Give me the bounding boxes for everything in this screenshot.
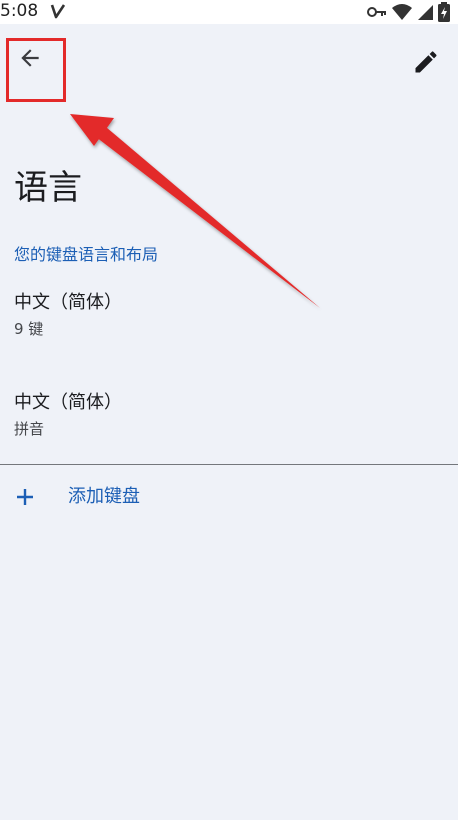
language-item-title: 中文（简体） [14,392,122,413]
key-icon [366,3,388,25]
section-header: 您的键盘语言和布局 [14,245,159,264]
battery-charging-icon [438,2,450,26]
arrow-left-icon [17,45,43,75]
v-check-icon [50,2,66,24]
language-item-subtitle: 9 键 [14,320,44,338]
status-icons [366,2,450,26]
language-item-subtitle: 拼音 [14,420,45,438]
language-item-chinese-pinyin[interactable]: 中文（简体） 拼音 [0,390,458,480]
back-button[interactable] [8,38,52,82]
pencil-icon [412,48,440,80]
language-item-title: 中文（简体） [14,292,122,313]
edit-button[interactable] [406,44,446,84]
language-item-chinese-9key[interactable]: 中文（简体） 9 键 [0,290,458,380]
plus-icon [14,486,36,508]
toolbar [0,24,458,108]
page-title: 语言 [14,168,82,208]
signal-icon [416,3,434,25]
add-keyboard-button[interactable]: 添加键盘 [0,468,458,528]
status-time: 5:08 [0,1,39,21]
divider [0,464,458,465]
add-keyboard-label: 添加键盘 [68,486,140,507]
status-bar: 5:08 [0,0,458,24]
wifi-icon [392,3,412,25]
